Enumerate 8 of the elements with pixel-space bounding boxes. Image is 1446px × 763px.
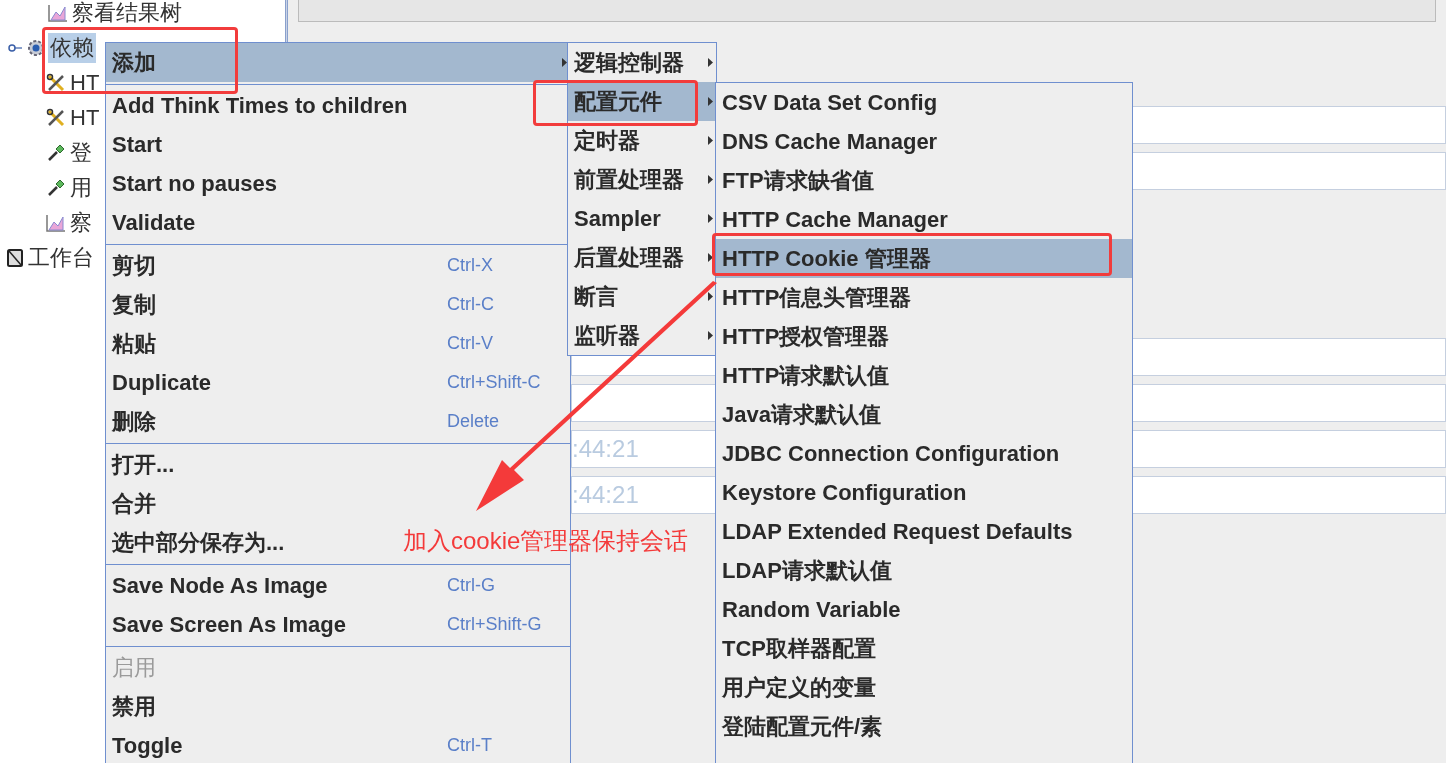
shortcut-label: Ctrl-G <box>447 574 496 597</box>
shortcut-label: Ctrl-V <box>447 332 494 355</box>
shortcut-label: Delete <box>447 410 501 433</box>
shortcut-label: Ctrl-T <box>447 734 493 757</box>
shortcut-label: Ctrl-X <box>447 254 494 277</box>
shortcut-label: Ctrl+Shift-C <box>447 371 542 394</box>
shortcut-label: Ctrl+Shift-G <box>447 613 543 636</box>
shortcut-label: Ctrl-C <box>447 293 495 316</box>
